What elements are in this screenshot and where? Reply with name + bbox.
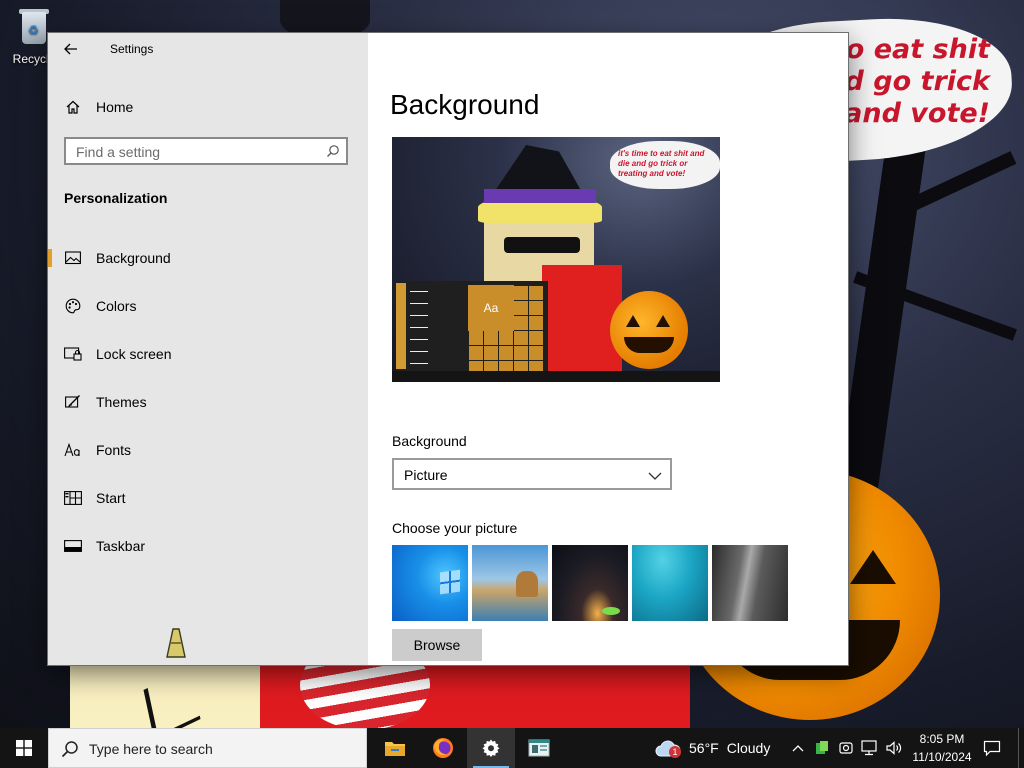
cloud-icon: 1 bbox=[655, 738, 681, 758]
sidebar-item-fonts[interactable]: Fonts bbox=[48, 430, 368, 470]
notification-icon bbox=[983, 740, 1001, 756]
sidebar-item-themes[interactable]: Themes bbox=[48, 382, 368, 422]
preview-hat-band bbox=[484, 189, 596, 203]
taskbar-app-window[interactable] bbox=[515, 728, 563, 768]
preview-start-list bbox=[396, 283, 406, 369]
brush-icon bbox=[64, 394, 82, 410]
picture-thumbnail-underwater[interactable] bbox=[632, 545, 708, 621]
sidebar-item-label: Lock screen bbox=[96, 346, 172, 362]
sidebar-item-lock-screen[interactable]: Lock screen bbox=[48, 334, 368, 374]
pumpkin-eye bbox=[850, 550, 896, 584]
desktop-preview: it's time to eat shit and die and go tri… bbox=[392, 137, 720, 382]
page-title: Background bbox=[390, 89, 540, 120]
taskbar-icon bbox=[64, 540, 82, 552]
settings-sidebar: Home Find a setting Personalization Back… bbox=[48, 33, 368, 665]
network-icon bbox=[861, 740, 877, 756]
settings-content: Background it's time to eat shit and die… bbox=[368, 33, 848, 665]
firefox-icon bbox=[433, 738, 453, 758]
taskbar: Type here to search 1 56°F Cloudy 8:05 P… bbox=[0, 728, 1024, 768]
show-hidden-icons-button[interactable] bbox=[786, 728, 810, 768]
busy-cursor-icon bbox=[163, 627, 189, 665]
weather-temperature: 56°F bbox=[689, 740, 719, 756]
recycle-bin-icon: ♻ bbox=[16, 6, 52, 46]
tray-network[interactable] bbox=[858, 728, 882, 768]
weather-alert-badge: 1 bbox=[669, 746, 681, 758]
green-app-icon bbox=[816, 741, 828, 754]
home-icon bbox=[65, 99, 81, 115]
sidebar-item-label: Fonts bbox=[96, 442, 132, 458]
clock-date: 11/10/2024 bbox=[912, 750, 972, 764]
home-label: Home bbox=[96, 99, 134, 115]
sidebar-item-home[interactable]: Home bbox=[48, 91, 368, 123]
preview-caption: it's time to eat shit and die and go tri… bbox=[618, 149, 705, 178]
preview-taskbar bbox=[392, 371, 720, 382]
sidebar-item-start[interactable]: Start bbox=[48, 478, 368, 518]
action-center-button[interactable] bbox=[978, 728, 1006, 768]
clock-time: 8:05 PM bbox=[919, 732, 965, 746]
background-label: Background bbox=[392, 433, 467, 449]
font-icon bbox=[64, 443, 82, 457]
sidebar-item-label: Colors bbox=[96, 298, 137, 314]
chevron-down-icon bbox=[648, 468, 662, 486]
weather-condition: Cloudy bbox=[726, 740, 771, 756]
sidebar-item-label: Start bbox=[96, 490, 126, 506]
picture-thumbnail-night-sky[interactable] bbox=[552, 545, 628, 621]
start-button[interactable] bbox=[0, 728, 48, 768]
browse-button[interactable]: Browse bbox=[392, 629, 482, 661]
preview-sunglasses bbox=[504, 237, 580, 253]
background-type-value: Picture bbox=[404, 467, 448, 483]
back-button[interactable] bbox=[48, 33, 94, 65]
picture-thumbnails bbox=[392, 545, 788, 621]
taskbar-search-box[interactable]: Type here to search bbox=[48, 728, 367, 768]
tray-security-app[interactable] bbox=[810, 728, 834, 768]
back-arrow-icon bbox=[64, 43, 77, 55]
windows-logo-icon bbox=[16, 740, 32, 756]
picture-thumbnail-windows[interactable] bbox=[392, 545, 468, 621]
start-grid-icon bbox=[64, 491, 82, 505]
settings-gear-icon bbox=[482, 739, 500, 757]
sidebar-item-label: Background bbox=[96, 250, 171, 266]
preview-tile: Aa bbox=[468, 285, 514, 331]
app-window-icon bbox=[528, 739, 550, 757]
find-setting-placeholder: Find a setting bbox=[76, 144, 161, 160]
sidebar-item-colors[interactable]: Colors bbox=[48, 286, 368, 326]
search-icon bbox=[61, 740, 79, 763]
preview-pumpkin bbox=[610, 291, 688, 369]
sidebar-item-label: Taskbar bbox=[96, 538, 146, 554]
search-icon bbox=[326, 144, 340, 163]
chevron-up-icon bbox=[792, 745, 804, 752]
taskbar-clock[interactable]: 8:05 PM 11/10/2024 bbox=[906, 730, 978, 766]
tray-volume[interactable] bbox=[882, 728, 906, 768]
taskbar-firefox[interactable] bbox=[419, 728, 467, 768]
picture-thumbnail-rock[interactable] bbox=[712, 545, 788, 621]
picture-thumbnail-beach[interactable] bbox=[472, 545, 548, 621]
sidebar-item-label: Themes bbox=[96, 394, 147, 410]
find-setting-input[interactable]: Find a setting bbox=[64, 137, 348, 165]
taskbar-settings[interactable] bbox=[467, 728, 515, 768]
speaker-icon bbox=[886, 741, 902, 755]
choose-picture-label: Choose your picture bbox=[392, 520, 518, 536]
taskbar-file-explorer[interactable] bbox=[371, 728, 419, 768]
window-title: Settings bbox=[110, 42, 154, 56]
settings-window: Home Find a setting Personalization Back… bbox=[48, 33, 848, 665]
background-type-dropdown[interactable]: Picture bbox=[392, 458, 672, 490]
file-explorer-icon bbox=[385, 742, 405, 756]
picture-icon bbox=[64, 251, 82, 265]
sidebar-item-background[interactable]: Background bbox=[48, 238, 368, 278]
preview-start-lines bbox=[410, 285, 428, 367]
show-desktop-button[interactable] bbox=[1018, 728, 1024, 768]
lock-screen-icon bbox=[64, 347, 82, 361]
sidebar-item-taskbar[interactable]: Taskbar bbox=[48, 526, 368, 566]
camera-icon bbox=[839, 742, 853, 754]
weather-widget[interactable]: 1 56°F Cloudy bbox=[655, 728, 770, 768]
section-heading-personalization: Personalization bbox=[64, 190, 168, 206]
taskbar-search-placeholder: Type here to search bbox=[89, 741, 213, 757]
palette-icon bbox=[64, 298, 82, 314]
tray-webcam[interactable] bbox=[834, 728, 858, 768]
